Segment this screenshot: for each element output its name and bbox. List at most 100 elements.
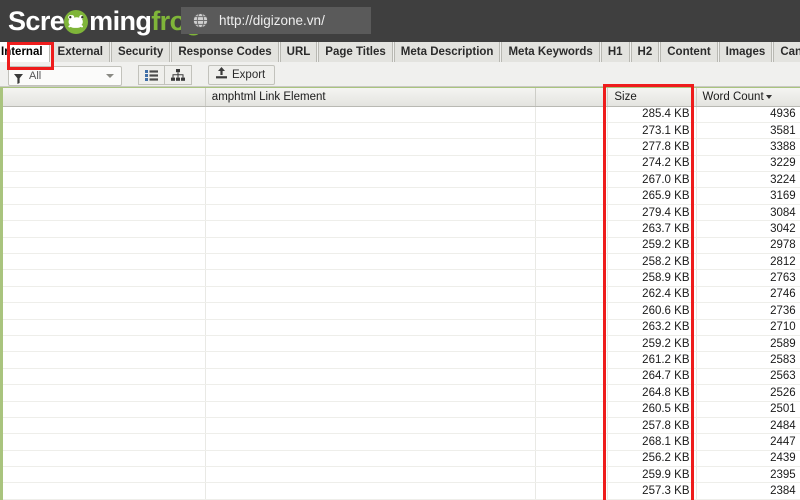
cell-word-count: 3084 bbox=[696, 204, 800, 222]
table-row[interactable]: 273.1 KB 3581 bbox=[3, 122, 800, 140]
column-header-size[interactable]: Size bbox=[607, 88, 697, 107]
table-row[interactable]: 265.9 KB 3169 bbox=[3, 187, 800, 205]
tab-canonicals[interactable]: Canonicals bbox=[773, 42, 800, 62]
table-row[interactable]: 262.4 KB 2746 bbox=[3, 286, 800, 304]
table-row[interactable]: 264.8 KB 2526 bbox=[3, 384, 800, 402]
cell-word-count: 2812 bbox=[696, 253, 800, 271]
cell-size: 273.1 KB bbox=[607, 122, 697, 140]
table-row[interactable]: 260.6 KB 2736 bbox=[3, 302, 800, 320]
cell-blank-left bbox=[3, 106, 206, 123]
cell-blank-left bbox=[3, 155, 206, 173]
column-header-blank-left[interactable] bbox=[3, 88, 206, 107]
cell-blank-left bbox=[3, 433, 206, 451]
tab-security[interactable]: Security bbox=[110, 42, 171, 62]
export-button[interactable]: Export bbox=[208, 65, 276, 85]
table-row[interactable]: 256.2 KB 2439 bbox=[3, 450, 800, 468]
table-row[interactable]: 263.2 KB 2710 bbox=[3, 319, 800, 336]
cell-word-count: 2746 bbox=[696, 286, 800, 304]
cell-word-count: 3169 bbox=[696, 187, 800, 205]
table-row[interactable]: 259.9 KB 2395 bbox=[3, 466, 800, 484]
cell-word-count: 3224 bbox=[696, 171, 800, 189]
tab-response-codes[interactable]: Response Codes bbox=[171, 42, 279, 62]
table-row[interactable]: 268.1 KB 2447 bbox=[3, 433, 800, 451]
cell-size: 265.9 KB bbox=[607, 187, 697, 205]
table-row[interactable]: 259.2 KB 2978 bbox=[3, 237, 800, 255]
tab-content[interactable]: Content bbox=[660, 42, 718, 62]
cell-size: 259.9 KB bbox=[607, 466, 697, 484]
column-header-amphtml-link-element[interactable]: amphtml Link Element bbox=[205, 88, 537, 107]
cell-size: 264.8 KB bbox=[607, 384, 697, 402]
cell-size: 258.9 KB bbox=[607, 269, 697, 287]
cell-size: 256.2 KB bbox=[607, 450, 697, 468]
logo-text-part2: ming bbox=[89, 5, 152, 36]
cell-size: 259.2 KB bbox=[607, 237, 697, 255]
filter-dropdown[interactable]: All bbox=[8, 66, 122, 86]
table-row[interactable]: 264.7 KB 2563 bbox=[3, 368, 800, 386]
list-view-icon[interactable] bbox=[138, 65, 165, 85]
cell-amphtml-link-element bbox=[205, 482, 537, 500]
cell-size: 263.2 KB bbox=[607, 319, 697, 336]
tab-internal[interactable]: Internal bbox=[0, 42, 50, 62]
cell-word-count: 2447 bbox=[696, 433, 800, 451]
table-row[interactable]: 257.8 KB 2484 bbox=[3, 417, 800, 435]
cell-blank-mid bbox=[535, 450, 609, 468]
tab-external[interactable]: External bbox=[50, 42, 110, 62]
table-row[interactable]: 260.5 KB 2501 bbox=[3, 401, 800, 418]
tab-images[interactable]: Images bbox=[718, 42, 773, 62]
address-bar[interactable]: http://digizone.vn/ bbox=[181, 7, 371, 34]
tree-view-icon[interactable] bbox=[165, 65, 192, 85]
cell-blank-left bbox=[3, 286, 206, 304]
cell-blank-mid bbox=[535, 269, 609, 287]
tab-meta-keywords[interactable]: Meta Keywords bbox=[501, 42, 600, 62]
cell-size: 279.4 KB bbox=[607, 204, 697, 222]
cell-size: 257.8 KB bbox=[607, 417, 697, 435]
table-row[interactable]: 263.7 KB 3042 bbox=[3, 220, 800, 238]
cell-blank-mid bbox=[535, 237, 609, 255]
export-button-label: Export bbox=[232, 69, 266, 81]
table-row[interactable]: 267.0 KB 3224 bbox=[3, 171, 800, 189]
cell-word-count: 3581 bbox=[696, 122, 800, 140]
cell-blank-mid bbox=[535, 417, 609, 435]
results-table-container[interactable]: amphtml Link Element Size Word Count Sen… bbox=[0, 87, 800, 500]
cell-word-count: 2526 bbox=[696, 384, 800, 402]
table-row[interactable]: 285.4 KB 4936 bbox=[3, 106, 800, 123]
cell-word-count: 3388 bbox=[696, 138, 800, 156]
cell-blank-mid bbox=[535, 319, 609, 336]
column-header-blank-mid[interactable] bbox=[535, 88, 609, 107]
cell-blank-mid bbox=[535, 220, 609, 238]
table-row[interactable]: 279.4 KB 3084 bbox=[3, 204, 800, 222]
cell-blank-mid bbox=[535, 204, 609, 222]
cell-blank-left bbox=[3, 450, 206, 468]
table-row[interactable]: 258.9 KB 2763 bbox=[3, 269, 800, 287]
table-row[interactable]: 257.3 KB 2384 bbox=[3, 482, 800, 500]
table-row[interactable]: 259.2 KB 2589 bbox=[3, 335, 800, 353]
tab-meta-description[interactable]: Meta Description bbox=[393, 42, 501, 62]
tab-url[interactable]: URL bbox=[279, 42, 318, 62]
table-row[interactable]: 277.8 KB 3388 bbox=[3, 138, 800, 156]
cell-size: 259.2 KB bbox=[607, 335, 697, 353]
results-table: amphtml Link Element Size Word Count Sen… bbox=[3, 88, 800, 500]
tab-h2[interactable]: H2 bbox=[630, 42, 660, 62]
cell-amphtml-link-element bbox=[205, 106, 537, 123]
table-row[interactable]: 261.2 KB 2583 bbox=[3, 351, 800, 369]
table-row[interactable]: 274.2 KB 3229 bbox=[3, 155, 800, 173]
cell-word-count: 2395 bbox=[696, 466, 800, 484]
cell-amphtml-link-element bbox=[205, 204, 537, 222]
cell-word-count: 2484 bbox=[696, 417, 800, 435]
cell-blank-left bbox=[3, 204, 206, 222]
column-header-word-count[interactable]: Word Count bbox=[696, 88, 800, 107]
table-body: 285.4 KB 4936 273.1 KB 3581 277.8 KB 3388 274.… bbox=[3, 106, 800, 500]
main-tab-strip: Internal External Security Response Codes UR… bbox=[0, 42, 800, 64]
cell-blank-left bbox=[3, 220, 206, 238]
table-row[interactable]: 258.2 KB 2812 bbox=[3, 253, 800, 271]
cell-blank-left bbox=[3, 335, 206, 353]
cell-blank-mid bbox=[535, 286, 609, 304]
cell-blank-left bbox=[3, 401, 206, 418]
cell-size: 263.7 KB bbox=[607, 220, 697, 238]
tab-page-titles[interactable]: Page Titles bbox=[318, 42, 393, 62]
tab-h1[interactable]: H1 bbox=[600, 42, 630, 62]
cell-size: 267.0 KB bbox=[607, 171, 697, 189]
cell-size: 285.4 KB bbox=[607, 106, 697, 123]
cell-word-count: 4936 bbox=[696, 106, 800, 123]
cell-amphtml-link-element bbox=[205, 138, 537, 156]
